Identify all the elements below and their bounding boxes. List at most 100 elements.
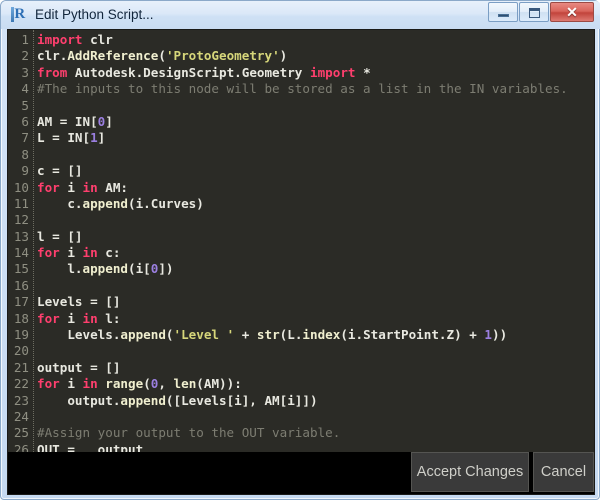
line-number: 3 <box>21 64 29 80</box>
line-number: 24 <box>13 408 29 424</box>
code-token: Levels. <box>37 327 121 343</box>
code-token: ([Levels[i], AM[i]]) <box>165 392 318 408</box>
line-number: 10 <box>13 179 29 195</box>
accept-changes-button[interactable]: Accept Changes <box>411 452 529 492</box>
maximize-button[interactable] <box>519 2 549 22</box>
code-token: 1 <box>90 130 98 146</box>
code-token: ] <box>105 113 113 129</box>
code-line[interactable]: 19 Levels.append('Level ' + str(L.index(… <box>8 327 594 343</box>
code-token: , <box>158 376 174 392</box>
code-token: c. <box>37 195 83 211</box>
close-button[interactable]: ✕ <box>550 2 594 22</box>
code-line[interactable]: 23 output.append([Levels[i], AM[i]]) <box>8 393 594 409</box>
code-token: clr. <box>37 48 68 64</box>
code-line-text: from Autodesk.DesignScript.Geometry impo… <box>37 65 371 81</box>
code-line[interactable]: 10 for i in AM: <box>8 180 594 196</box>
code-line-text: #The inputs to this node will be stored … <box>37 81 568 97</box>
code-line-text: L = IN[1] <box>37 130 105 146</box>
code-line[interactable]: 21 output = [] <box>8 360 594 376</box>
code-line-text: for i in range(0, len(AM)): <box>37 376 242 392</box>
code-token: in <box>82 376 98 392</box>
maximize-icon <box>529 8 540 18</box>
code-token: + <box>234 327 257 343</box>
code-token: l. <box>37 261 83 277</box>
code-line[interactable]: 12 <box>8 212 594 228</box>
code-line-text: Levels.append('Level ' + str(L.index(i.S… <box>37 327 507 343</box>
line-number: 18 <box>13 310 29 326</box>
code-token: l = [] <box>37 228 83 244</box>
code-token: range <box>105 376 144 392</box>
code-line[interactable]: 3 from Autodesk.DesignScript.Geometry imp… <box>8 65 594 81</box>
code-line-text: for i in l: <box>37 311 120 327</box>
minimize-button[interactable] <box>488 2 518 22</box>
python-script-editor-window: R Edit Python Script... ✕ 1 import clr 2 cl… <box>0 0 600 500</box>
code-token: append <box>120 392 166 408</box>
code-token: for <box>37 376 60 392</box>
code-token: i <box>59 376 83 392</box>
code-line[interactable]: 15 l.append(i[0]) <box>8 261 594 277</box>
line-number: 20 <box>13 343 29 359</box>
code-token: index <box>302 327 341 343</box>
code-line[interactable]: 9 c = [] <box>8 163 594 179</box>
code-token: append <box>82 261 129 277</box>
line-number: 7 <box>21 130 29 146</box>
title-bar[interactable]: R Edit Python Script... ✕ <box>1 1 600 29</box>
line-number: 17 <box>13 294 29 310</box>
code-token: in <box>82 310 98 326</box>
code-line[interactable]: 1 import clr <box>8 32 594 48</box>
code-line[interactable]: 6 AM = IN[0] <box>8 114 594 130</box>
code-line[interactable]: 24 <box>8 409 594 425</box>
code-token: output = [] <box>37 359 121 375</box>
code-token: #Assign your output to the OUT variable. <box>37 425 341 441</box>
code-token: AddReference <box>67 48 159 64</box>
code-token: for <box>37 179 60 195</box>
python-code-editor[interactable]: 1 import clr 2 clr.AddReference('ProtoGeome… <box>8 30 594 452</box>
code-token: for <box>37 310 60 326</box>
code-token: ( <box>158 48 166 64</box>
code-token: output. <box>37 392 121 408</box>
code-line[interactable]: 18 for i in l: <box>8 311 594 327</box>
code-line[interactable]: 26 OUT = output <box>8 442 594 452</box>
line-number: 16 <box>13 277 29 293</box>
code-line[interactable]: 11 c.append(i.Curves) <box>8 196 594 212</box>
code-line[interactable]: 4 #The inputs to this node will be stored… <box>8 81 594 97</box>
line-number: 8 <box>21 146 29 162</box>
line-number: 25 <box>13 425 29 441</box>
code-token: ) <box>279 48 288 64</box>
code-line-text: #Assign your output to the OUT variable. <box>37 425 340 441</box>
code-line[interactable]: 14 for i in c: <box>8 245 594 261</box>
code-line-text: OUT = output <box>37 442 143 452</box>
code-line[interactable]: 22 for i in range(0, len(AM)): <box>8 376 594 392</box>
line-number: 19 <box>13 327 29 343</box>
code-line[interactable]: 8 <box>8 147 594 163</box>
minimize-icon <box>498 14 509 17</box>
line-number: 23 <box>13 392 29 408</box>
code-line-text: c.append(i.Curves) <box>37 196 204 212</box>
code-token: * <box>355 64 371 80</box>
line-number: 2 <box>21 48 29 64</box>
code-token: Autodesk.DesignScript.Geometry <box>67 64 310 80</box>
code-token: ] <box>97 130 106 146</box>
cancel-button[interactable]: Cancel <box>533 452 594 492</box>
dialog-client-area: 1 import clr 2 clr.AddReference('ProtoGeome… <box>7 29 595 495</box>
code-token: #The inputs to this node will be stored … <box>37 81 568 97</box>
code-line-text: output.append([Levels[i], AM[i]]) <box>37 392 318 409</box>
line-number: 1 <box>21 32 29 47</box>
code-token: (i.Curves) <box>128 195 204 211</box>
code-token: len <box>173 376 197 392</box>
code-line[interactable]: 7 L = IN[1] <box>8 130 594 146</box>
code-line[interactable]: 5 <box>8 98 594 114</box>
code-line[interactable]: 20 <box>8 343 594 359</box>
line-number: 4 <box>21 81 29 97</box>
code-line[interactable]: 25 #Assign your output to the OUT variabl… <box>8 425 594 441</box>
code-token: append <box>120 327 166 343</box>
code-line[interactable]: 16 <box>8 278 594 294</box>
code-line[interactable]: 13 l = [] <box>8 229 594 245</box>
code-line-text: clr.AddReference('ProtoGeometry') <box>37 48 287 64</box>
code-token: 'Level ' <box>173 327 235 343</box>
code-token: append <box>82 195 129 211</box>
dynamo-r-icon: R <box>11 6 28 23</box>
code-line-text: for i in AM: <box>37 180 128 196</box>
code-line[interactable]: 2 clr.AddReference('ProtoGeometry') <box>8 48 594 64</box>
code-line[interactable]: 17 Levels = [] <box>8 294 594 310</box>
